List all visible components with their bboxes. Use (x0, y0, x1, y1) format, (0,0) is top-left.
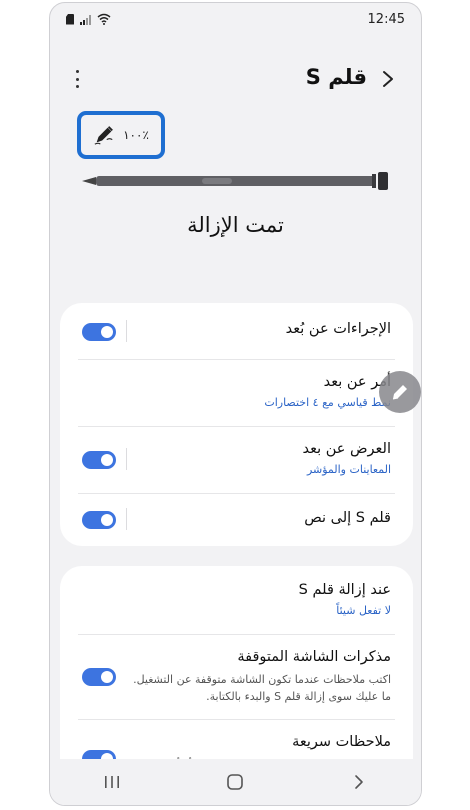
back-arrow-icon (355, 775, 363, 789)
air-actions-label: الإجراءات عن بُعد (285, 321, 391, 337)
home-icon (227, 774, 244, 790)
sim-card-icon (66, 13, 74, 25)
status-time: 12:45 (367, 12, 405, 27)
on-removal-row[interactable]: عند إزالة قلم S لا تفعل شيئاً (60, 566, 413, 634)
signal-icon (80, 14, 91, 25)
home-button[interactable] (215, 767, 255, 797)
air-view-sub: المعاينات والمؤشر (306, 463, 391, 476)
status-icons (66, 13, 111, 25)
air-view-toggle[interactable] (82, 451, 116, 469)
quick-notes-label: ملاحظات سريعة (292, 734, 391, 750)
chevron-right-icon (383, 71, 393, 87)
phone-screen: 12:45 قلم S ١٠٠٪ تمت الإزالة الإجراءات ع… (49, 2, 422, 806)
pen-battery-indicator: ١٠٠٪ (77, 111, 165, 159)
screen-off-memo-row[interactable]: مذكرات الشاشة المتوقفة اكتب ملاحظات عندم… (60, 635, 413, 719)
air-command-floating-button[interactable] (379, 371, 421, 413)
air-command-sub: نمط قياسي مع ٤ اختصارات (264, 396, 391, 409)
on-removal-sub: لا تفعل شيئاً (336, 604, 391, 617)
screen-off-memo-label: مذكرات الشاشة المتوقفة (237, 649, 391, 665)
recents-button[interactable] (92, 767, 132, 797)
pen-to-text-toggle[interactable] (82, 511, 116, 529)
navigation-bar (50, 759, 421, 805)
air-view-label: العرض عن بعد (302, 441, 391, 457)
more-vertical-icon (75, 70, 79, 73)
recents-icon (104, 776, 119, 788)
pen-features-card: الإجراءات عن بُعد أمر عن بعد نمط قياسي م… (60, 303, 413, 546)
more-options-button[interactable] (72, 68, 82, 90)
spen-illustration (82, 172, 388, 190)
screen-off-memo-toggle[interactable] (82, 668, 116, 686)
air-actions-toggle[interactable] (82, 323, 116, 341)
pen-to-text-row[interactable]: قلم S إلى نص (60, 494, 413, 546)
air-actions-row[interactable]: الإجراءات عن بُعد (60, 303, 413, 359)
screen-off-memo-desc: اكتب ملاحظات عندما تكون الشاشة متوقفة عن… (133, 673, 391, 703)
pen-to-text-label: قلم S إلى نص (304, 510, 391, 526)
air-command-row[interactable]: أمر عن بعد نمط قياسي مع ٤ اختصارات (60, 360, 413, 426)
back-button[interactable] (377, 67, 399, 91)
header: قلم S (50, 59, 421, 99)
air-view-row[interactable]: العرض عن بعد المعاينات والمؤشر (60, 427, 413, 493)
pencil-icon (392, 385, 407, 400)
back-nav-button[interactable] (339, 767, 379, 797)
page-title: قلم S (305, 65, 367, 89)
on-removal-label: عند إزالة قلم S (298, 582, 391, 598)
spen-icon (94, 126, 113, 145)
pen-status-text: تمت الإزالة (187, 213, 284, 237)
wifi-icon (97, 13, 111, 25)
battery-level: ١٠٠٪ (123, 128, 149, 142)
status-bar: 12:45 (50, 3, 421, 37)
